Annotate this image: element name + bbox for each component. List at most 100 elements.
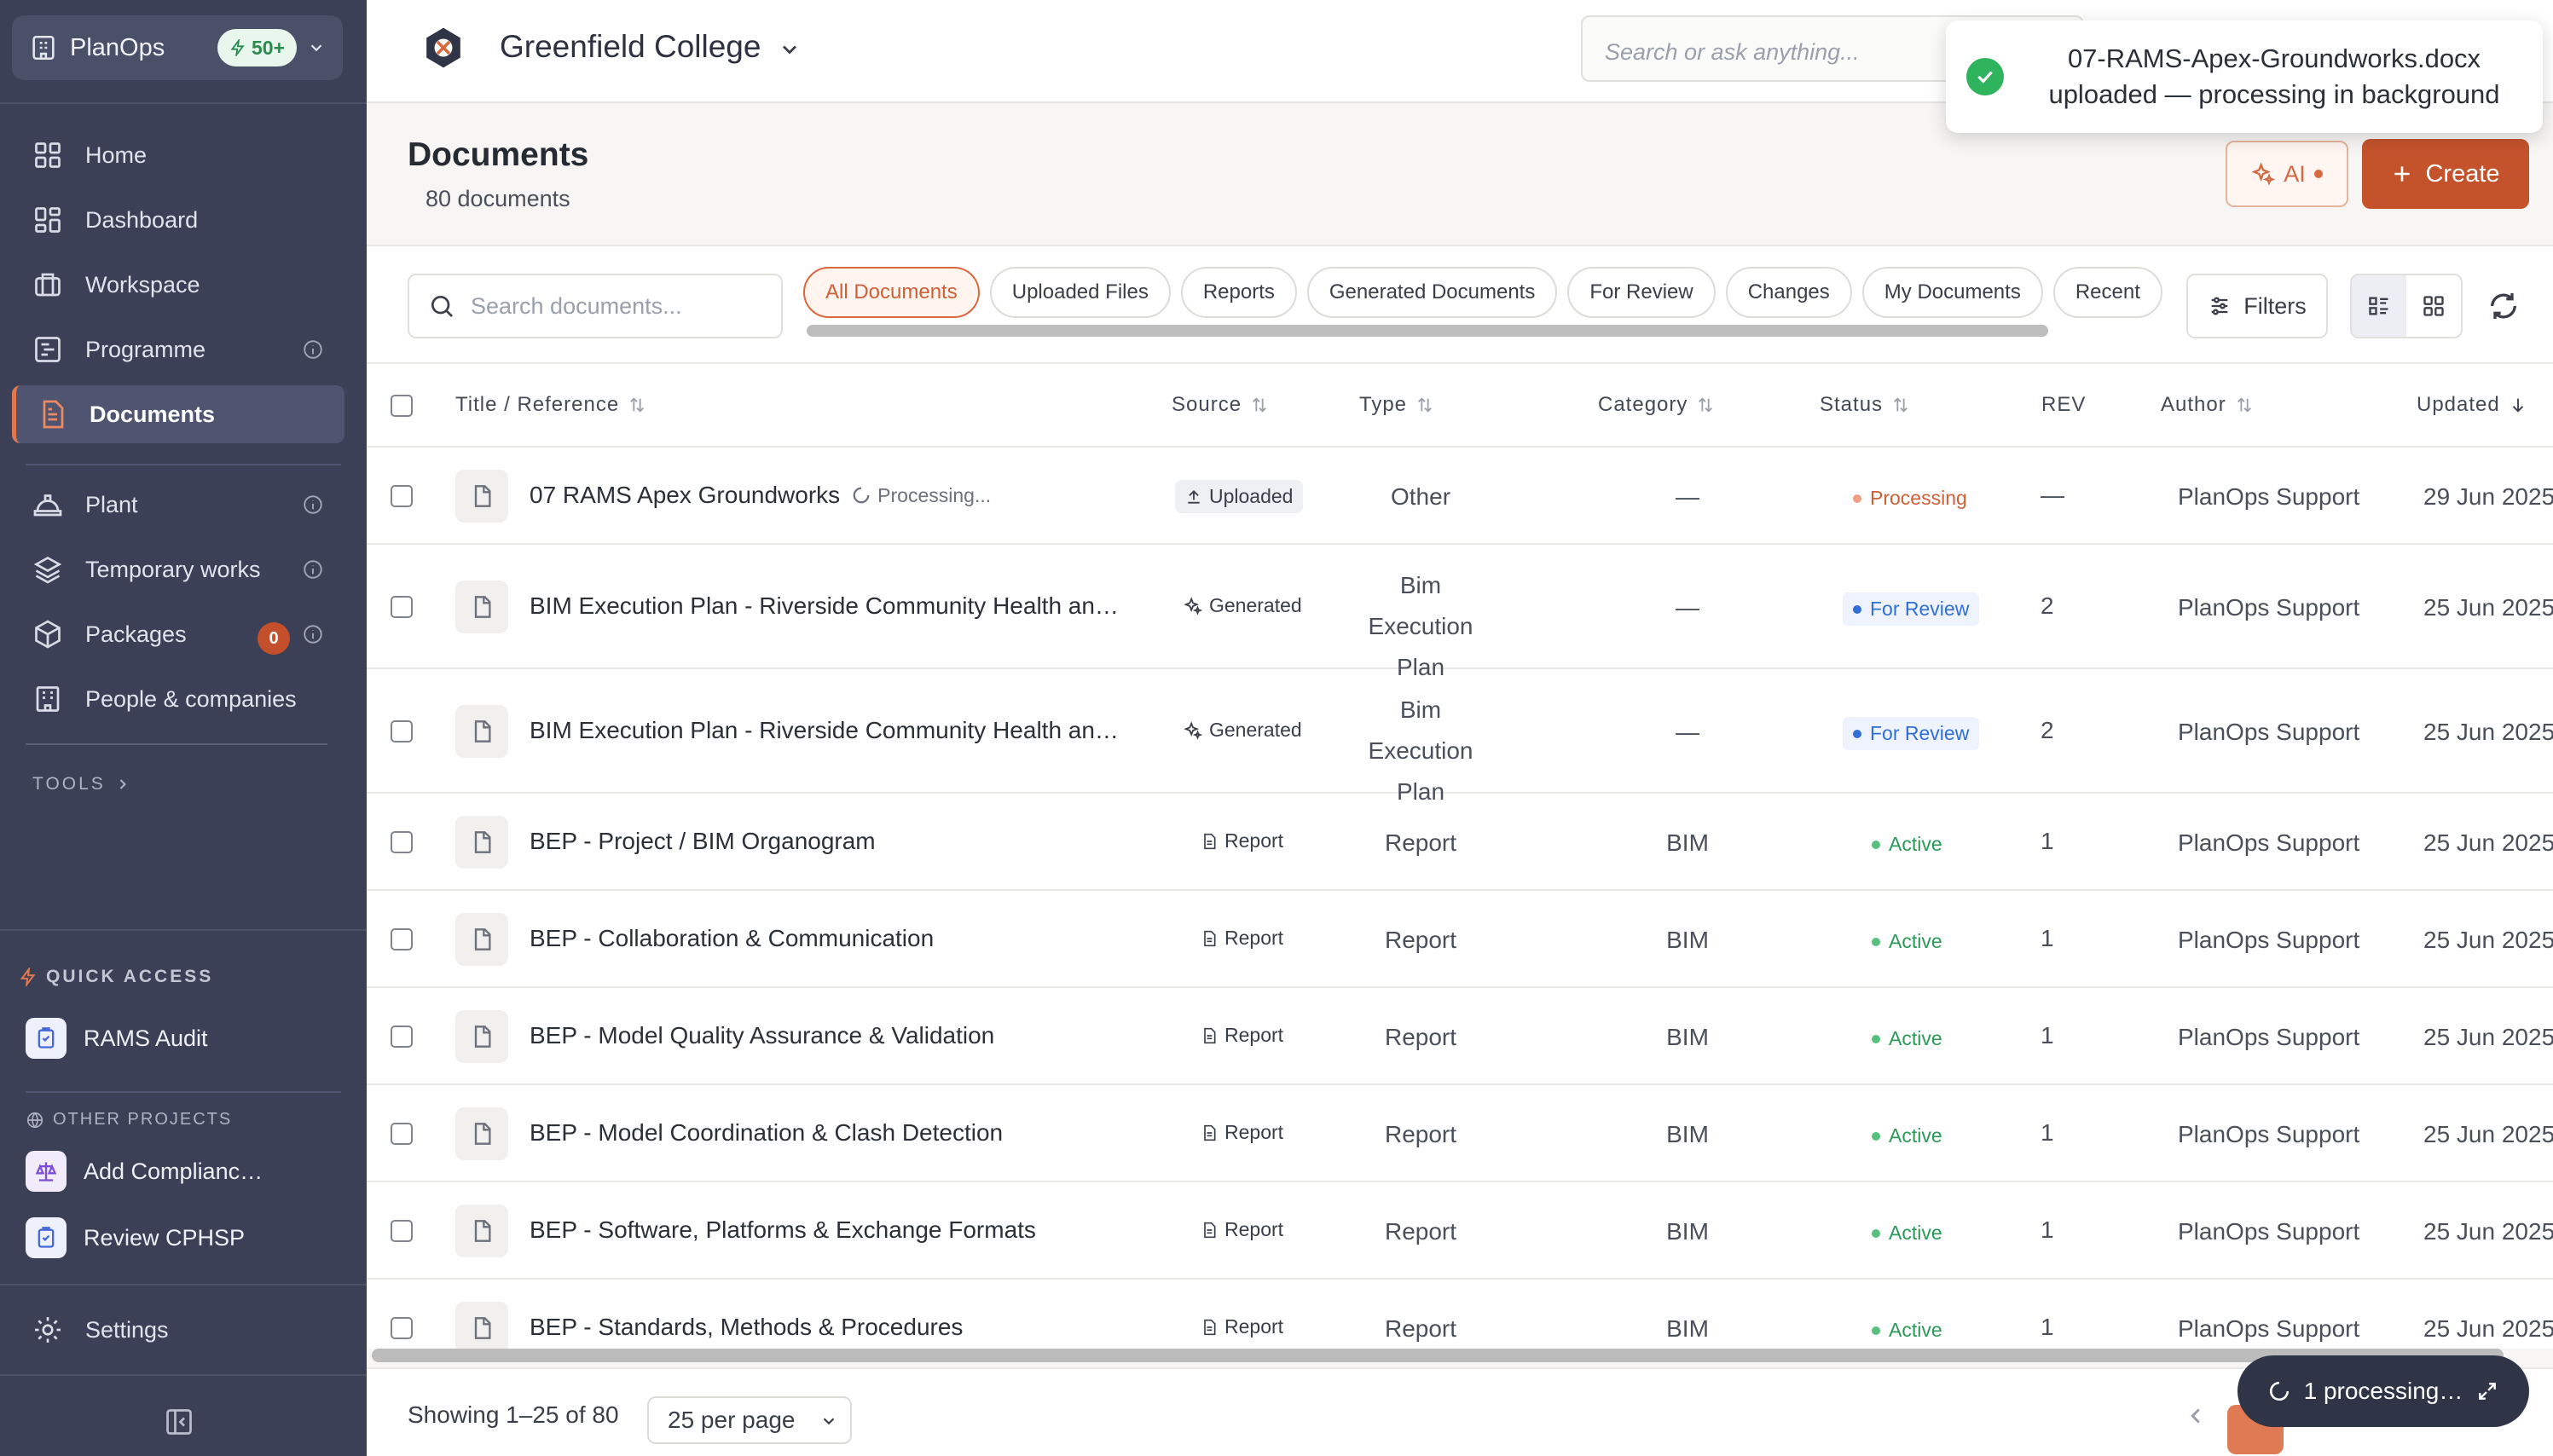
row-checkbox[interactable] (391, 928, 413, 950)
table-row[interactable]: BEP - Standards, Methods & Procedures Re… (367, 1280, 2553, 1349)
info-icon[interactable] (302, 623, 324, 645)
chip-my-documents[interactable]: My Documents (1861, 267, 2043, 318)
other-project-item[interactable]: Add Complianc… (26, 1146, 350, 1197)
type-cell: Report (1384, 1024, 1457, 1050)
col-status[interactable]: Status (1820, 393, 1910, 417)
row-title[interactable]: BEP - Model Coordination & Clash Detecti… (530, 1119, 1003, 1147)
document-search-input[interactable]: Search documents... (408, 274, 783, 338)
rev-cell: 1 (2041, 828, 2054, 854)
author-cell: PlanOps Support (2178, 1024, 2360, 1050)
status-dot (1872, 1034, 1880, 1043)
create-button[interactable]: Create (2362, 139, 2529, 209)
col-updated[interactable]: Updated (2417, 393, 2527, 417)
source-text: Report (1224, 1121, 1284, 1143)
badge-count: 50+ (251, 36, 285, 59)
report-icon (1204, 833, 1216, 849)
col-category[interactable]: Category (1598, 393, 1715, 417)
sidebar-item-temporary-works[interactable]: Temporary works (12, 540, 344, 598)
notification-badge[interactable]: 50+ (217, 29, 297, 66)
per-page-select[interactable]: 25 per page (647, 1396, 852, 1444)
table-row[interactable]: BIM Execution Plan - Riverside Community… (367, 545, 2553, 680)
table-row[interactable]: BIM Execution Plan - Riverside Community… (367, 669, 2553, 805)
table-row[interactable]: BEP - Model Quality Assurance & Validati… (367, 988, 2553, 1085)
file-icon (455, 1010, 508, 1063)
row-title[interactable]: 07 RAMS Apex Groundworks Processing... (530, 482, 991, 509)
grid-view-button[interactable] (2406, 275, 2461, 337)
file-icon (455, 1205, 508, 1257)
row-checkbox[interactable] (391, 596, 413, 618)
tools-section[interactable]: TOOLS (32, 774, 131, 794)
info-icon[interactable] (302, 338, 324, 361)
row-checkbox[interactable] (391, 720, 413, 742)
collapse-sidebar-icon[interactable] (164, 1407, 194, 1437)
row-checkbox[interactable] (391, 831, 413, 853)
col-title[interactable]: Title / Reference (455, 393, 646, 417)
ai-button[interactable]: AI (2226, 141, 2348, 207)
source-badge: Report (1201, 1121, 1283, 1144)
row-title[interactable]: BIM Execution Plan - Riverside Community… (530, 717, 1119, 744)
chevron-down-icon[interactable] (778, 38, 802, 61)
sidebar-item-programme[interactable]: Programme (12, 321, 344, 378)
table-row[interactable]: BEP - Collaboration & Communication Repo… (367, 891, 2553, 988)
chip-changes[interactable]: Changes (1725, 267, 1852, 318)
org-switcher[interactable]: PlanOps 50+ (12, 15, 343, 80)
chip-for-review[interactable]: For Review (1567, 267, 1716, 318)
row-title[interactable]: BEP - Standards, Methods & Procedures (530, 1314, 963, 1341)
sidebar-item-workspace[interactable]: Workspace (12, 256, 344, 314)
col-type[interactable]: Type (1359, 393, 1434, 417)
col-source[interactable]: Source (1172, 393, 1269, 417)
sidebar-item-dashboard[interactable]: Dashboard (12, 191, 344, 249)
sidebar-item-home[interactable]: Home (12, 126, 344, 184)
info-icon[interactable] (302, 558, 324, 581)
table-row[interactable]: 07 RAMS Apex Groundworks Processing... U… (367, 448, 2553, 545)
other-project-item[interactable]: Review CPHSP (26, 1212, 350, 1263)
lightning-icon (20, 968, 36, 986)
status-text: Active (1889, 1319, 1942, 1341)
row-title[interactable]: BEP - Software, Platforms & Exchange For… (530, 1216, 1036, 1244)
row-checkbox[interactable] (391, 1220, 413, 1242)
table-horizontal-scrollbar[interactable] (372, 1349, 2504, 1362)
sidebar-item-people-companies[interactable]: People & companies (12, 670, 344, 728)
chip-all-documents[interactable]: All Documents (803, 267, 980, 318)
col-author[interactable]: Author (2161, 393, 2254, 417)
sparkle-icon (1184, 720, 1202, 740)
select-all-checkbox[interactable] (391, 395, 413, 417)
sidebar-item-plant[interactable]: Plant (12, 476, 344, 534)
sidebar-item-label: Settings (85, 1316, 169, 1343)
project-name[interactable]: Greenfield College (500, 29, 761, 65)
row-title[interactable]: BEP - Collaboration & Communication (530, 925, 934, 952)
file-icon (455, 1107, 508, 1160)
table-row[interactable]: BEP - Model Coordination & Clash Detecti… (367, 1085, 2553, 1182)
row-checkbox[interactable] (391, 1317, 413, 1339)
info-icon[interactable] (302, 494, 324, 516)
row-checkbox[interactable] (391, 1026, 413, 1048)
chip-generated-documents[interactable]: Generated Documents (1306, 267, 1558, 318)
processing-queue-button[interactable]: 1 processing… (2237, 1355, 2529, 1427)
filters-button[interactable]: Filters (2186, 274, 2328, 338)
table-row[interactable]: BEP - Software, Platforms & Exchange For… (367, 1182, 2553, 1280)
row-checkbox[interactable] (391, 485, 413, 507)
row-title[interactable]: BEP - Project / BIM Organogram (530, 828, 876, 855)
sidebar-item-settings[interactable]: Settings (12, 1301, 344, 1359)
chevron-left-icon[interactable] (2183, 1403, 2209, 1429)
list-view-button[interactable] (2352, 275, 2406, 337)
chip-uploaded-files[interactable]: Uploaded Files (989, 267, 1171, 318)
chip-recent[interactable]: Recent (2052, 267, 2162, 318)
table-row[interactable]: BEP - Project / BIM Organogram Report Re… (367, 794, 2553, 891)
row-checkbox[interactable] (391, 1123, 413, 1145)
documents-table: Title / Reference Source Type Category S… (367, 364, 2553, 1349)
sidebar-item-documents[interactable]: Documents (12, 385, 344, 443)
source-badge: Report (1201, 829, 1283, 852)
refresh-icon[interactable] (2486, 289, 2521, 323)
type-cell: Report (1384, 927, 1457, 953)
category-cell: BIM (1666, 927, 1709, 953)
quick-access-item-rams-audit[interactable]: RAMS Audit (26, 1013, 350, 1064)
chips-scrollbar[interactable] (807, 325, 2048, 337)
sidebar-item-packages[interactable]: Packages 0 (12, 605, 344, 663)
rev-cell: 1 (2041, 925, 2054, 951)
row-title[interactable]: BIM Execution Plan - Riverside Community… (530, 592, 1119, 620)
type-cell: Other (1390, 483, 1451, 510)
sidebar-item-label: Plant (85, 491, 138, 517)
row-title[interactable]: BEP - Model Quality Assurance & Validati… (530, 1022, 994, 1049)
chip-reports[interactable]: Reports (1180, 267, 1297, 318)
